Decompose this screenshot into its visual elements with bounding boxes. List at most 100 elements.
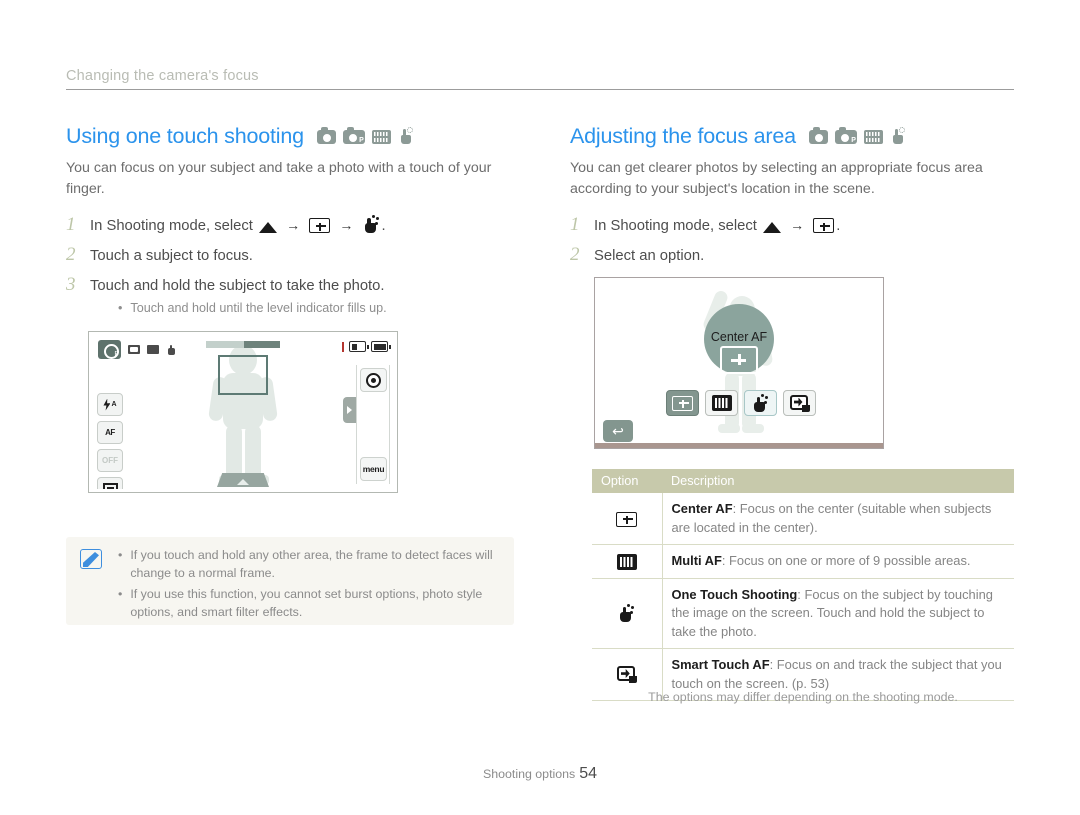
scene-mode-icon [863,129,883,144]
hand-icon [166,344,177,355]
left-step-3-substep: • Touch and hold until the level indicat… [118,299,510,317]
running-header-text: Changing the camera's focus [66,68,259,84]
table-cell-icon [592,578,663,649]
center-af-icon [672,395,693,411]
focus-options-table: Option Description Center AF: Focus on t… [592,469,1014,701]
left-step-2: 2 Touch a subject to focus. [66,245,510,267]
arrow-right-icon: → [790,217,805,233]
step-text: Touch a subject to focus. [90,248,253,264]
one-touch-shooting-option-button[interactable] [744,390,777,416]
multi-af-icon [711,395,732,411]
up-triangle-icon [259,222,277,233]
focus-area-illustration: Center AF ↩ [594,277,884,449]
step-number: 2 [570,244,580,265]
table-row: Multi AF: Focus on one or more of 9 poss… [592,544,1014,579]
note-item: • If you touch and hold any other area, … [118,547,500,582]
note-list: • If you touch and hold any other area, … [118,547,500,625]
preview-left-buttons: A AF OFF [97,393,123,489]
preview-right-panel: menu [356,365,390,484]
table-row: One Touch Shooting: Focus on the subject… [592,578,1014,649]
step-text: Touch and hold the subject to take the p… [90,278,385,294]
camera-preview-illustration: P A AF OFF menu [88,331,398,493]
left-section-heading: Using one touch shooting P [66,124,510,149]
table-header-row: Option Description [592,469,1014,493]
table-cell-description: Center AF: Focus on the center (suitable… [662,493,1014,545]
note-item-text: If you touch and hold any other area, th… [130,548,493,580]
option-title: Center AF [671,501,733,516]
left-illustration-wrap: P A AF OFF menu [66,331,510,506]
footer-label: Shooting options [482,767,576,781]
multi-af-option-button[interactable] [705,390,738,416]
camera-program-icon: P [834,126,857,144]
table-cell-description: One Touch Shooting: Focus on the subject… [662,578,1014,649]
note-item: • If you use this function, you cannot s… [118,586,500,621]
level-indicator [206,341,280,348]
lens-button[interactable] [360,368,387,392]
step-text-before: In Shooting mode, select [90,218,253,234]
table-header-description: Description [662,469,1014,493]
one-touch-shooting-icon [618,604,635,623]
record-mark-icon [342,341,344,352]
back-button[interactable]: ↩ [603,420,633,442]
step-text-before: In Shooting mode, select [594,218,757,234]
option-title: Multi AF [671,553,722,568]
selected-option-label: Center AF [710,330,768,344]
center-af-large-icon [720,346,758,374]
note-item-text: If you use this function, you cannot set… [130,587,483,619]
left-column: Using one touch shooting P You can focus… [66,124,510,506]
display-button[interactable] [97,477,123,489]
manual-page: Changing the camera's focus Using one to… [0,0,1080,815]
focus-frame [218,355,268,395]
right-step-2: 2 Select an option. [570,245,1014,267]
illustration-floor [595,443,883,448]
smart-touch-af-option-button[interactable] [783,390,816,416]
battery-full-icon [371,341,391,352]
arrow-right-icon: → [286,217,301,233]
one-touch-hand-icon [398,126,414,144]
af-mode-button[interactable]: AF [97,421,123,444]
right-intro-text: You can get clearer photos by selecting … [570,160,983,197]
up-triangle-icon [763,222,781,233]
step-text-after: . [381,218,386,234]
left-intro-text: You can focus on your subject and take a… [66,160,492,197]
multi-af-icon [616,553,637,570]
page-number: 54 [579,765,598,782]
option-title: One Touch Shooting [671,586,798,602]
step-number: 3 [66,274,76,295]
table-header-option: Option [592,469,662,493]
battery-half-icon [349,341,369,352]
right-heading-text: Adjusting the focus area [570,124,796,148]
quality-icon [147,345,159,354]
right-illustration-wrap: Center AF ↩ [570,277,1014,457]
panel-expand-handle[interactable] [343,397,356,423]
center-af-option-button[interactable] [666,390,699,416]
one-touch-hand-icon [363,215,380,233]
smart-touch-af-icon [616,666,637,684]
camera-icon [808,126,828,144]
step-number: 1 [66,214,76,235]
flash-auto-button[interactable]: A [97,393,123,416]
step-number: 1 [570,214,580,235]
menu-button[interactable]: menu [360,457,387,481]
step-text: In Shooting mode, select → → . [90,215,386,237]
one-touch-hand-icon [890,126,906,144]
center-af-icon [616,511,638,527]
left-heading-text: Using one touch shooting [66,124,304,148]
timer-off-button[interactable]: OFF [97,449,123,472]
right-mode-icon-group: P [808,126,906,146]
camera-program-icon: P [342,126,365,144]
right-section-heading: Adjusting the focus area P [570,124,1014,149]
table-cell-icon [592,493,663,545]
table-cell-icon [592,544,663,579]
bullet-icon: • [118,548,123,562]
focus-option-bar [666,390,816,416]
image-size-icon [128,345,140,354]
header-divider [66,89,1014,90]
arrow-right-icon: → [339,217,354,233]
mode-badge-icon: P [98,340,121,359]
ground-marker [217,473,269,487]
page-footer: Shooting options 54 [0,765,1080,783]
status-bar-right [342,341,391,352]
left-step-1: 1 In Shooting mode, select → → . [66,215,510,237]
smart-touch-af-icon [789,394,810,412]
